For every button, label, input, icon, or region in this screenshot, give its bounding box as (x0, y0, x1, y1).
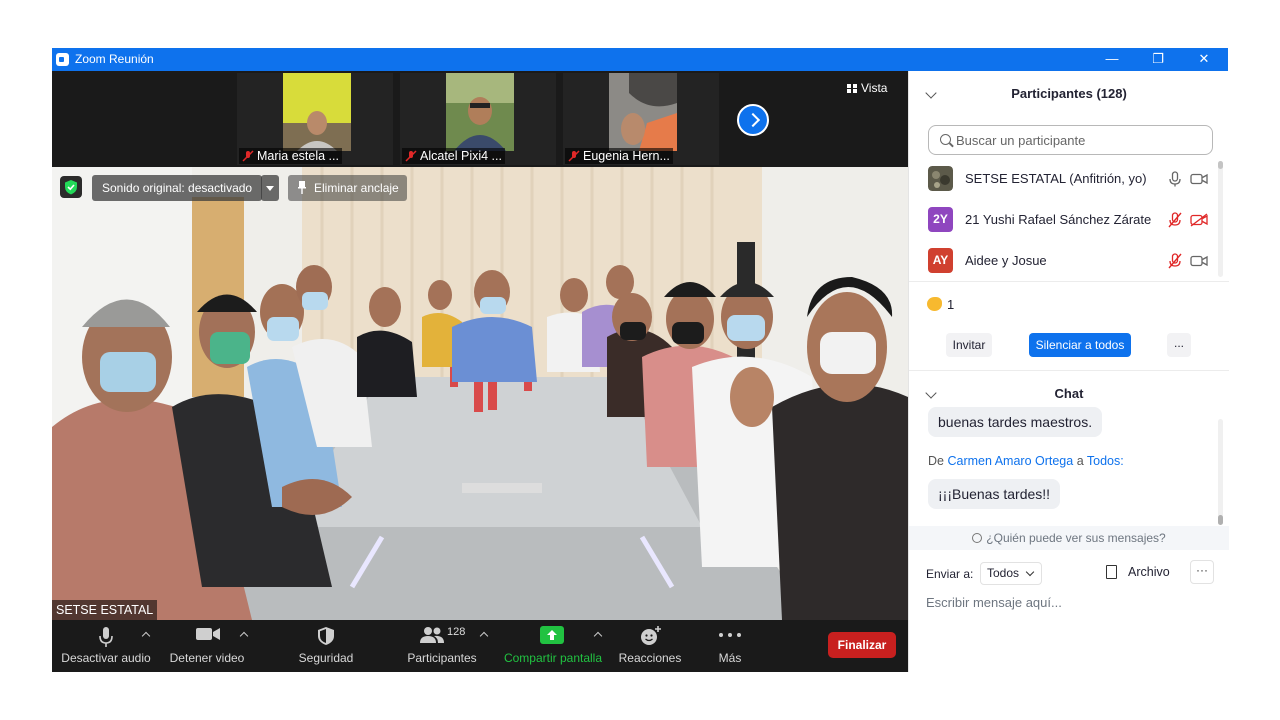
unpin-button[interactable]: Eliminar anclaje (288, 175, 407, 201)
sender-link[interactable]: Carmen Amaro Ortega (947, 454, 1073, 468)
meeting-area: Maria estela ... Alcatel Pixi4 ... Eugen… (52, 71, 908, 672)
reactions-smiley-icon (641, 626, 661, 645)
who-can-see-link[interactable]: ¿Quién puede ver sus mensajes? (909, 526, 1229, 550)
invite-button[interactable]: Invitar (946, 333, 992, 357)
recipient-link[interactable]: Todos: (1087, 454, 1124, 468)
audio-options-caret[interactable] (142, 630, 150, 638)
title-bar: Zoom Reunión — ❐ ✕ (52, 48, 1228, 71)
share-screen-icon (540, 626, 564, 644)
end-meeting-button[interactable]: Finalizar (828, 632, 896, 658)
zoom-window: Zoom Reunión — ❐ ✕ Maria estela ... Alca… (52, 48, 1229, 672)
microphone-icon (1169, 171, 1181, 187)
minimize-button[interactable]: — (1089, 48, 1135, 71)
send-to-label: Enviar a: (926, 567, 974, 581)
view-button[interactable]: Vista (847, 81, 887, 95)
security-shield-icon (318, 627, 334, 645)
participants-button[interactable]: 128 Participantes (392, 620, 492, 672)
conference-room-video-image (52, 167, 908, 620)
muted-mic-icon (1168, 212, 1182, 228)
thumbnail-name: Eugenia Hern... (565, 148, 673, 164)
microphone-icon (99, 627, 113, 647)
divider (909, 370, 1229, 371)
share-screen-button[interactable]: Compartir pantalla (500, 620, 606, 672)
video-off-icon (1190, 213, 1208, 227)
muted-mic-icon (568, 150, 580, 162)
participants-more-button[interactable]: ... (1167, 333, 1191, 357)
reactions-button[interactable]: Reacciones (618, 620, 682, 672)
share-options-caret[interactable] (594, 630, 602, 638)
thumbnail-strip: Maria estela ... Alcatel Pixi4 ... Eugen… (52, 71, 908, 167)
grid-view-icon (847, 83, 857, 93)
file-button[interactable]: Archivo (1106, 565, 1170, 579)
participant-video-image (609, 73, 677, 151)
more-button[interactable]: Más (708, 620, 752, 672)
participant-video-image (446, 73, 514, 151)
window-title: Zoom Reunión (75, 52, 154, 66)
clap-icon (927, 297, 942, 311)
speaker-name-tag: SETSE ESTATAL (52, 600, 158, 620)
video-camera-icon (1190, 173, 1208, 185)
participant-avatar: 2Y (928, 207, 953, 232)
video-options-caret[interactable] (240, 630, 248, 638)
chat-scrollbar[interactable] (1218, 419, 1223, 525)
muted-mic-icon (242, 150, 254, 162)
chat-more-button[interactable]: ··· (1190, 560, 1214, 584)
participant-row[interactable]: SETSE ESTATAL (Anfitrión, yo) (928, 165, 1213, 193)
muted-mic-icon (405, 150, 417, 162)
participant-row[interactable]: AY Aidee y Josue (928, 247, 1213, 275)
file-icon (1106, 565, 1117, 579)
thumbnail-video[interactable]: Eugenia Hern... (563, 73, 719, 165)
chat-message-sender: De Carmen Amaro Ortega a Todos: (928, 454, 1124, 468)
participants-options-caret[interactable] (480, 630, 488, 638)
next-page-button[interactable] (737, 104, 769, 136)
encryption-shield-icon[interactable] (60, 176, 82, 198)
thumbnail-video[interactable]: Maria estela ... (237, 73, 393, 165)
muted-mic-icon (1168, 253, 1182, 269)
divider (909, 281, 1229, 282)
side-panel: Participantes (128) SETSE ESTATAL (Anfit… (908, 71, 1229, 672)
participant-search-input[interactable] (956, 132, 1206, 149)
stop-video-button[interactable]: Detener video (162, 620, 252, 672)
participant-search[interactable] (928, 125, 1213, 155)
reaction-summary: 1 (927, 297, 954, 312)
participant-row[interactable]: 2Y 21 Yushi Rafael Sánchez Zárate (928, 206, 1213, 234)
mute-button[interactable]: Desactivar audio (58, 620, 154, 672)
video-camera-icon (196, 628, 220, 640)
video-camera-icon (1190, 255, 1208, 267)
original-sound-toggle[interactable]: Sonido original: desactivado (92, 175, 263, 201)
chat-message-input[interactable] (926, 592, 1216, 612)
participant-video-image (283, 73, 351, 151)
zoom-app-icon (56, 53, 69, 66)
participants-scrollbar[interactable] (1218, 161, 1223, 277)
restore-button[interactable]: ❐ (1135, 48, 1181, 71)
close-button[interactable]: ✕ (1181, 48, 1227, 71)
participant-avatar: AY (928, 248, 953, 273)
meeting-toolbar: Desactivar audio Detener video Seguridad… (52, 620, 908, 672)
host-avatar (928, 166, 953, 191)
thumbnail-name: Alcatel Pixi4 ... (402, 148, 505, 164)
mute-all-button[interactable]: Silenciar a todos (1029, 333, 1131, 357)
send-to-dropdown[interactable]: Todos (980, 562, 1043, 585)
chat-title: Chat (1054, 386, 1084, 401)
participants-icon (420, 627, 444, 643)
search-icon (940, 134, 951, 145)
thumbnail-video[interactable]: Alcatel Pixi4 ... (400, 73, 556, 165)
original-sound-dropdown[interactable] (261, 175, 279, 201)
pin-icon (298, 181, 306, 194)
more-dots-icon (719, 633, 741, 637)
security-button[interactable]: Seguridad (292, 620, 360, 672)
chat-message: ¡¡¡Buenas tardes!! (928, 479, 1061, 509)
main-video[interactable]: Sonido original: desactivado Eliminar an… (52, 167, 908, 620)
user-icon (972, 533, 983, 543)
thumbnail-name: Maria estela ... (239, 148, 342, 164)
chat-message: buenas tardes maestros. (928, 407, 1103, 437)
participants-title: Participantes (128) (1011, 86, 1127, 101)
